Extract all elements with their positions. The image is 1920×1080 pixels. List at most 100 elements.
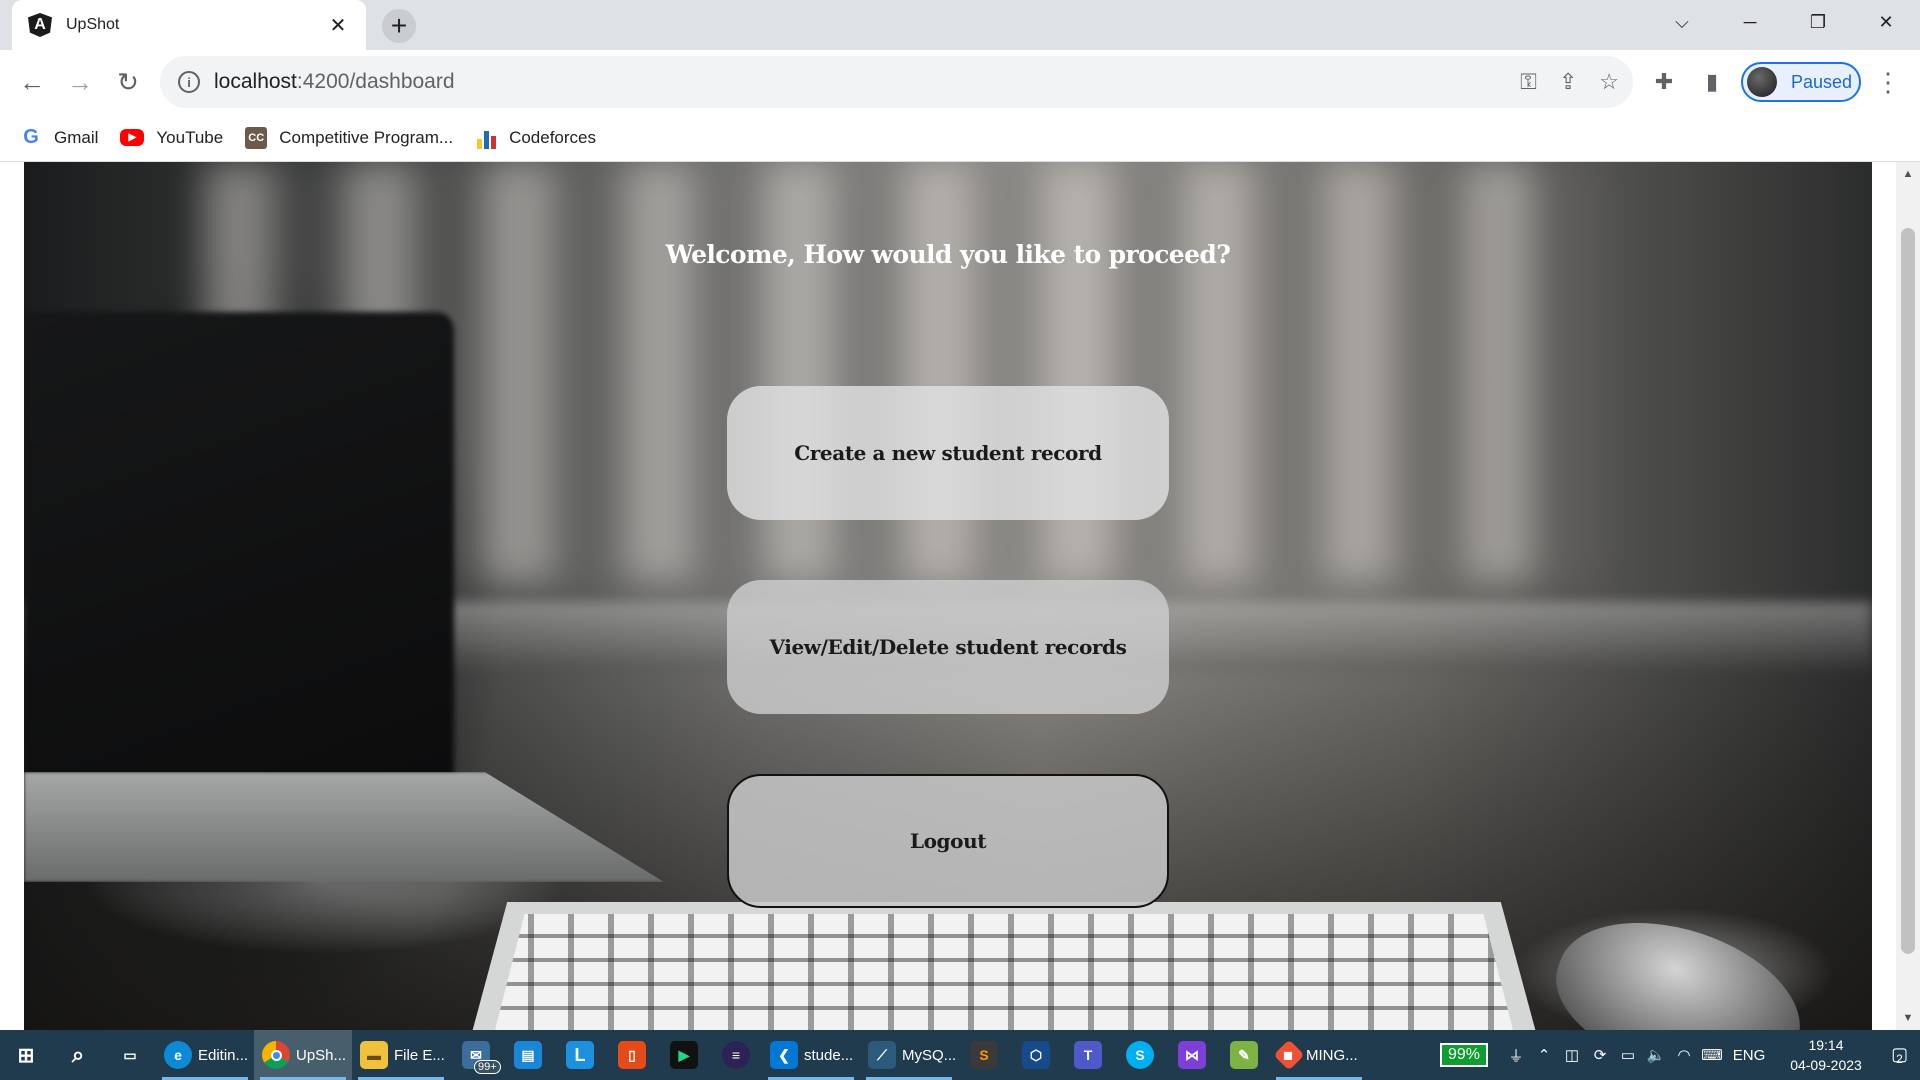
git-icon: ◆ [1273, 1039, 1305, 1071]
taskbar-app-label: stude... [804, 1046, 854, 1064]
address-host: localhost [214, 70, 297, 93]
store-icon: ▤ [514, 1041, 542, 1069]
battery-icon[interactable]: ▭ [1614, 1046, 1642, 1064]
notifications-button[interactable]: ▢ 2 [1874, 1044, 1920, 1066]
tab-upshot[interactable]: A UpShot ✕ [12, 0, 366, 50]
scroll-up-icon[interactable]: ▲ [1896, 164, 1920, 184]
taskbar-app-mail[interactable]: ✉ 99+ [450, 1030, 502, 1080]
search-icon: ⌕ [71, 1042, 85, 1067]
dashboard-background: Welcome, How would you like to proceed? … [24, 162, 1872, 1030]
taskbar-app-edge[interactable]: e Editin... [156, 1030, 254, 1080]
browser-toolbar: ← → ↻ i localhost:4200/dashboard ⚿ ⇪ ☆ ✚… [0, 50, 1920, 114]
taskbar-app-chrome[interactable]: UpSh... [254, 1030, 352, 1080]
wifi-icon[interactable]: ◠ [1670, 1046, 1698, 1064]
profile-button[interactable]: Paused [1741, 62, 1861, 102]
office-icon: ▯ [618, 1041, 646, 1069]
bookmark-label: YouTube [156, 127, 224, 147]
skype-icon: S [1126, 1041, 1154, 1069]
sync-icon[interactable]: ⟳ [1586, 1046, 1614, 1064]
task-view-button[interactable]: ▭ [104, 1030, 156, 1080]
taskbar-app-store[interactable]: ▤ [502, 1030, 554, 1080]
bookmark-label: Codeforces [509, 127, 596, 147]
logout-button[interactable]: Logout [727, 774, 1169, 908]
taskbar-app-mysql-workbench[interactable]: ⟋ MySQ... [860, 1030, 958, 1080]
taskbar-app-file-explorer[interactable]: ▬ File E... [352, 1030, 450, 1080]
bookmark-star-icon[interactable]: ☆ [1599, 69, 1619, 95]
taskbar-app-l[interactable]: L [554, 1030, 606, 1080]
back-arrow-icon[interactable]: ← [10, 60, 54, 104]
camera-icon[interactable]: ◫ [1558, 1046, 1586, 1064]
vertical-scrollbar[interactable]: ▲ ▼ [1896, 162, 1920, 1030]
vscode-icon: ❮ [770, 1041, 798, 1069]
codeforces-icon [475, 127, 497, 149]
visual-studio-icon: ⋈ [1178, 1041, 1206, 1069]
taskbar-app-office[interactable]: ▯ [606, 1030, 658, 1080]
profile-status: Paused [1791, 71, 1853, 92]
taskbar-app-label: UpSh... [296, 1046, 347, 1064]
youtube-icon: ▶ [120, 129, 145, 146]
key-icon[interactable]: ⚿ [1520, 69, 1537, 95]
angular-favicon-icon: A [28, 13, 52, 37]
taskbar-app-tools[interactable]: ✎ [1218, 1030, 1270, 1080]
clock-date: 04-09-2023 [1790, 1057, 1862, 1073]
system-tray: 99% ⏚ ⌃ ◫ ⟳ ▭ 🔈 ◠ ⌨ ENG 19:14 04-09-2023… [1439, 1030, 1920, 1080]
avatar [1747, 67, 1777, 97]
taskbar-app-pycharm[interactable]: ▶ [658, 1030, 710, 1080]
share-icon[interactable]: ⇪ [1559, 69, 1577, 95]
browser-title-bar: A UpShot ✕ + ⌵ ─ ❐ ✕ [0, 0, 1920, 50]
taskbar-app-label: File E... [394, 1046, 445, 1064]
bookmark-competitive-programming[interactable]: CC Competitive Program... [245, 126, 454, 149]
google-icon: G [23, 126, 39, 148]
file-explorer-icon: ▬ [360, 1041, 388, 1069]
forward-arrow-icon[interactable]: → [58, 60, 102, 104]
minimize-button[interactable]: ─ [1720, 0, 1780, 44]
create-record-button[interactable]: Create a new student record [727, 386, 1169, 520]
page-viewport: Welcome, How would you like to proceed? … [0, 162, 1920, 1030]
taskbar-app-teams[interactable]: T [1062, 1030, 1114, 1080]
bookmark-youtube[interactable]: ▶ YouTube [120, 128, 223, 148]
site-info-icon[interactable]: i [178, 71, 200, 93]
chrome-icon [262, 1041, 290, 1069]
close-window-button[interactable]: ✕ [1856, 0, 1916, 44]
battery-indicator[interactable]: 99% [1439, 1043, 1488, 1067]
bookmark-gmail[interactable]: G Gmail [20, 126, 99, 149]
bookmark-label: Gmail [54, 127, 99, 147]
chevron-up-icon[interactable]: ⌃ [1530, 1046, 1558, 1064]
address-bar[interactable]: i localhost:4200/dashboard ⚿ ⇪ ☆ [160, 56, 1633, 108]
restore-button[interactable]: ❐ [1788, 0, 1848, 44]
taskbar-app-vscode[interactable]: ❮ stude... [762, 1030, 860, 1080]
extensions-puzzle-icon[interactable]: ✚ [1642, 60, 1686, 104]
taskbar-app-eclipse[interactable]: ≡ [710, 1030, 762, 1080]
language-indicator[interactable]: ENG [1726, 1047, 1772, 1064]
taskbar-app-virtualbox[interactable]: ⬡ [1010, 1030, 1062, 1080]
new-tab-button[interactable]: + [382, 9, 416, 43]
scrollbar-thumb[interactable] [1901, 228, 1915, 954]
power-plug-icon[interactable]: ⏚ [1502, 1045, 1530, 1066]
taskbar-app-visual-studio[interactable]: ⋈ [1166, 1030, 1218, 1080]
tab-title: UpShot [66, 16, 120, 33]
letter-l-app-icon: L [566, 1041, 594, 1069]
keyboard-icon[interactable]: ⌨ [1698, 1046, 1726, 1064]
search-button[interactable]: ⌕ [52, 1030, 104, 1080]
volume-icon[interactable]: 🔈 [1642, 1046, 1670, 1064]
bookmark-label: Competitive Program... [279, 127, 454, 147]
start-button[interactable]: ⊞ [0, 1030, 52, 1080]
windows-taskbar: ⊞ ⌕ ▭ e Editin... UpSh... ▬ File E... ✉ … [0, 1030, 1920, 1080]
taskbar-app-skype[interactable]: S [1114, 1030, 1166, 1080]
reload-icon[interactable]: ↻ [106, 60, 150, 104]
taskbar-app-sublime[interactable]: S [958, 1030, 1010, 1080]
clock[interactable]: 19:14 04-09-2023 [1778, 1035, 1874, 1075]
mouse-image [1538, 894, 1820, 1030]
notification-count: 2 [1896, 1052, 1903, 1066]
bookmark-codeforces[interactable]: Codeforces [475, 127, 596, 149]
tab-search-button[interactable]: ⌵ [1652, 0, 1712, 44]
mysql-workbench-icon: ⟋ [868, 1041, 896, 1069]
view-edit-delete-records-button[interactable]: View/Edit/Delete student records [727, 580, 1169, 714]
scroll-down-icon[interactable]: ▼ [1896, 1008, 1920, 1028]
tab-close-icon[interactable]: ✕ [326, 13, 350, 37]
browser-menu-icon[interactable]: ⋮ [1870, 60, 1906, 104]
welcome-heading: Welcome, How would you like to proceed? [665, 240, 1231, 269]
side-panel-icon[interactable]: ▮ [1690, 60, 1734, 104]
taskbar-app-git-bash[interactable]: ◆ MING... [1270, 1030, 1368, 1080]
eclipse-icon: ≡ [722, 1041, 750, 1069]
